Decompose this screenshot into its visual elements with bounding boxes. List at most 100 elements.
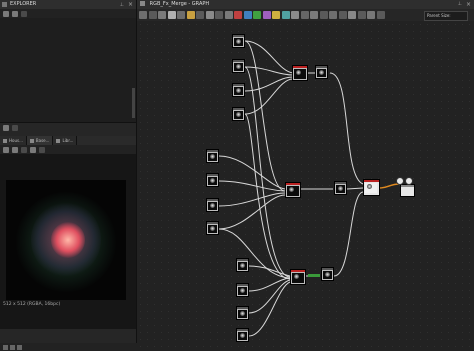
tab-0[interactable]: Hous... <box>0 136 27 145</box>
pin-icon[interactable]: ⊥ <box>458 0 462 9</box>
refresh-icon[interactable] <box>21 10 27 17</box>
graph-node[interactable] <box>232 83 245 97</box>
pin-icon[interactable]: ⊥ <box>120 1 124 10</box>
output-link <box>378 183 401 189</box>
tool-icon[interactable] <box>338 11 347 19</box>
texture-core <box>51 222 85 258</box>
graph-toolbar: Parent Size: <box>137 9 474 21</box>
link <box>248 277 291 292</box>
2d-viewer[interactable]: 512 x 512 (RGBA, 16bpc) <box>0 154 136 329</box>
histogram-icon[interactable] <box>39 146 45 153</box>
tool-icon[interactable] <box>215 11 223 19</box>
graph-node[interactable] <box>236 306 249 320</box>
tool-icon[interactable] <box>272 11 280 19</box>
graph-node[interactable] <box>206 173 219 187</box>
output-icon[interactable] <box>396 177 404 185</box>
close-icon[interactable]: × <box>128 0 133 9</box>
tab-1[interactable]: Base... <box>26 136 54 145</box>
save-icon[interactable] <box>3 146 9 153</box>
link <box>244 66 294 76</box>
new-icon[interactable] <box>3 10 9 17</box>
tab-icon <box>29 138 34 143</box>
graph-node[interactable] <box>232 34 245 48</box>
tool-icon[interactable] <box>300 11 309 19</box>
graph-node[interactable] <box>236 328 249 342</box>
graph-node[interactable] <box>236 258 249 272</box>
tool-icon[interactable] <box>205 11 214 19</box>
merge-node[interactable] <box>292 65 308 81</box>
explorer-title: EXPLORER <box>10 1 37 7</box>
tool-icon[interactable] <box>3 124 9 131</box>
tool-icon[interactable] <box>291 11 299 19</box>
link-badge <box>308 274 320 277</box>
tool-icon[interactable] <box>319 11 328 19</box>
tool-icon[interactable] <box>329 11 337 19</box>
properties-toolbar <box>0 123 136 132</box>
explorer-icon <box>2 2 7 7</box>
link <box>218 192 286 207</box>
copy-icon[interactable] <box>12 146 18 153</box>
save-icon[interactable] <box>12 10 18 17</box>
link <box>329 72 364 185</box>
link <box>244 40 294 74</box>
link <box>218 155 286 190</box>
link <box>248 279 291 314</box>
link <box>333 191 364 277</box>
tool-icon[interactable] <box>234 11 242 19</box>
tab-label: Libr... <box>62 138 74 143</box>
merge-node[interactable] <box>285 182 301 198</box>
graph-node[interactable] <box>206 198 219 212</box>
fit-icon[interactable] <box>10 344 15 350</box>
tab-2[interactable]: Libr... <box>53 136 78 145</box>
graph-node[interactable] <box>232 59 245 73</box>
tool-icon[interactable] <box>310 11 318 19</box>
tool-icon[interactable] <box>167 11 176 19</box>
blend-node[interactable] <box>363 179 380 196</box>
tool-icon[interactable] <box>148 11 157 19</box>
channel-icon[interactable] <box>21 146 27 153</box>
graph-node[interactable] <box>321 267 334 281</box>
tool-icon[interactable] <box>281 11 290 19</box>
explorer-scrollbar[interactable] <box>132 88 135 118</box>
left-panel: EXPLORER ⊥ × Hous... Base... Libr... 512 <box>0 0 139 351</box>
graph-node[interactable] <box>236 283 249 297</box>
grid-icon[interactable] <box>30 146 36 153</box>
tool-icon[interactable] <box>348 11 356 19</box>
tool-icon[interactable] <box>357 11 366 19</box>
info-icon[interactable] <box>12 124 18 131</box>
tool-icon[interactable] <box>376 11 385 19</box>
graph-title-bar: RGB_Fx_Merge - GRAPH ⊥ × <box>137 0 474 9</box>
explorer-title-bar: EXPLORER ⊥ × <box>0 0 136 9</box>
graph-menu-icon[interactable] <box>139 11 147 19</box>
link <box>346 187 364 190</box>
graph-node[interactable] <box>206 221 219 235</box>
tool-icon[interactable] <box>243 11 252 19</box>
link <box>218 228 291 279</box>
graph-canvas[interactable] <box>137 21 474 351</box>
link <box>218 180 286 192</box>
settings-icon[interactable] <box>405 177 413 185</box>
tool-icon[interactable] <box>177 11 185 19</box>
zoom-icon[interactable] <box>3 344 8 350</box>
rendered-texture <box>6 180 126 300</box>
graph-title: RGB_Fx_Merge - GRAPH <box>149 1 210 7</box>
resolution-label: 512 x 512 (RGBA, 16bpc) <box>3 302 61 307</box>
parent-size-dropdown[interactable]: Parent Size: <box>424 11 468 21</box>
explorer-tree[interactable] <box>0 18 136 122</box>
tool-icon[interactable] <box>224 11 233 19</box>
tool-icon[interactable] <box>186 11 195 19</box>
graph-node[interactable] <box>206 149 219 163</box>
tool-icon[interactable] <box>253 11 261 19</box>
merge-node[interactable] <box>290 269 306 285</box>
tool-icon[interactable] <box>367 11 375 19</box>
parent-size-label: Parent Size: <box>427 13 451 18</box>
tool-icon[interactable] <box>196 11 204 19</box>
graph-node[interactable] <box>315 65 328 79</box>
color-icon[interactable] <box>17 344 22 350</box>
graph-node[interactable] <box>334 181 347 195</box>
close-icon[interactable]: × <box>466 0 471 9</box>
tool-icon[interactable] <box>262 11 271 19</box>
output-node[interactable] <box>400 184 415 197</box>
graph-node[interactable] <box>232 107 245 121</box>
tool-icon[interactable] <box>158 11 166 19</box>
